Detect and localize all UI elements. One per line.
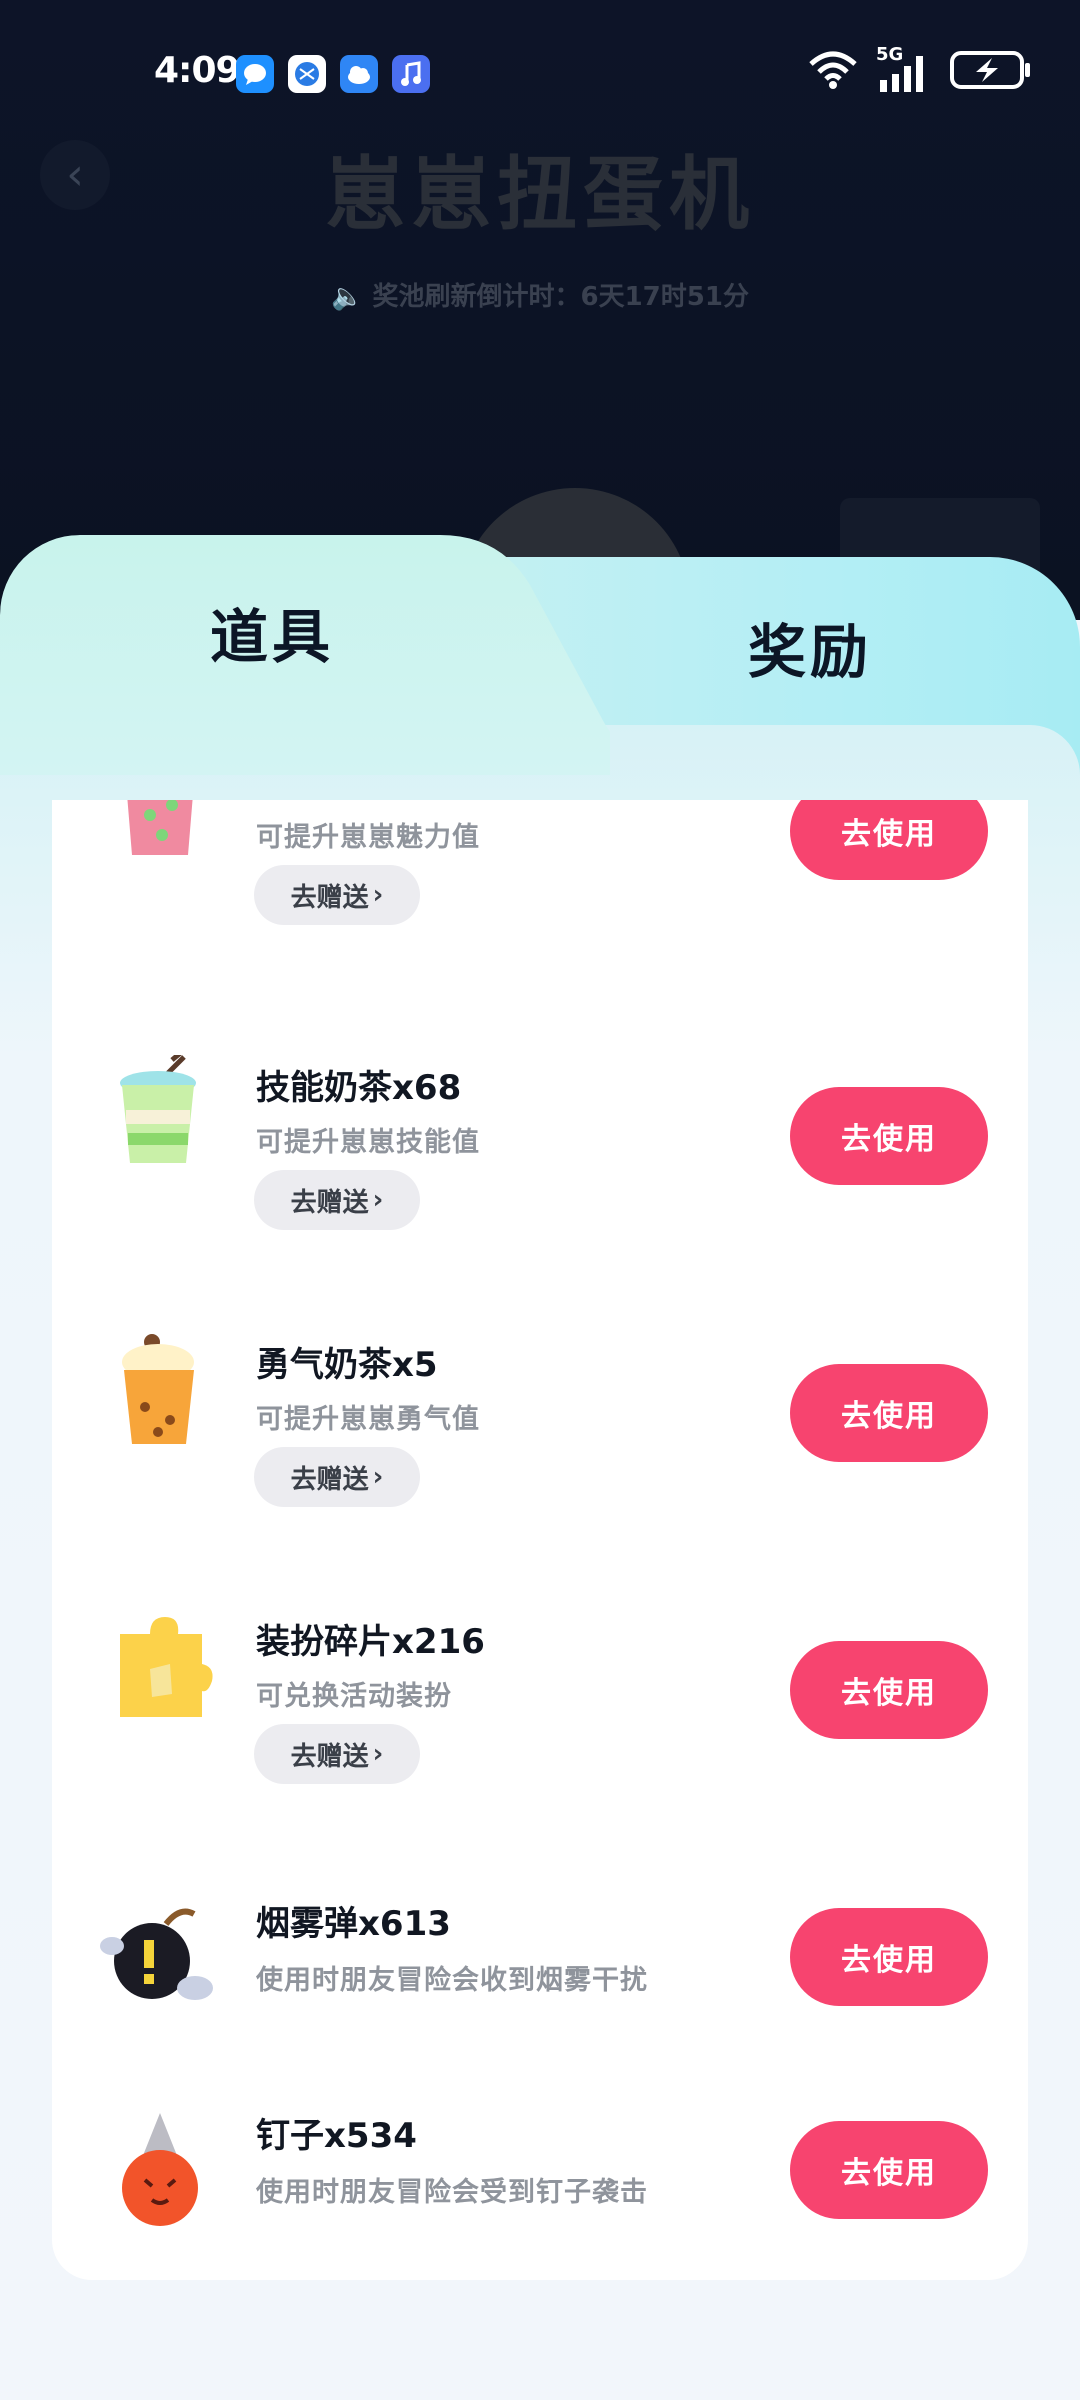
props-list[interactable]: 可提升崽崽魅力值 去赠送 › 去使用 技能奶茶x68 可提升崽崽技能值 去赠送 … (52, 800, 1028, 2280)
puzzle-piece-icon (100, 1609, 220, 1729)
status-bar: 4:09 5G (0, 0, 1080, 140)
list-item: 技能奶茶x68 可提升崽崽技能值 去赠送 › 去使用 (52, 1015, 1028, 1275)
use-button[interactable]: 去使用 (790, 800, 988, 880)
courage-milk-tea-icon (100, 1332, 220, 1452)
background-title: 崽崽扭蛋机 (325, 148, 755, 241)
battery-charging-icon (950, 51, 1030, 89)
chevron-right-icon: › (372, 1739, 384, 1769)
list-item: 装扮碎片x216 可兑换活动装扮 去赠送 › 去使用 (52, 1569, 1028, 1829)
status-time: 4:09 (154, 50, 241, 91)
music-notification-icon (392, 55, 430, 93)
message-notification-icon (236, 55, 274, 93)
gift-button[interactable]: 去赠送 › (254, 1724, 420, 1784)
props-sheet: 道具 奖励 可提升崽崽魅力值 去赠送 › 去使用 技能奶茶x68 可提升崽崽技能… (0, 535, 1080, 2400)
background-countdown: 🔈 奖池刷新倒计时：6天17时51分 (331, 282, 749, 312)
list-item: 勇气奶茶x5 可提升崽崽勇气值 去赠送 › 去使用 (52, 1292, 1028, 1552)
use-button[interactable]: 去使用 (790, 2121, 988, 2219)
chevron-right-icon: › (372, 880, 384, 910)
chevron-right-icon: › (372, 1185, 384, 1215)
skill-milk-tea-icon (100, 1043, 220, 1175)
smoke-bomb-icon (100, 1896, 220, 2016)
tab-props[interactable]: 道具 (210, 590, 334, 674)
list-item: 可提升崽崽魅力值 去赠送 › 去使用 (52, 800, 1028, 975)
nail-icon (100, 2108, 220, 2228)
use-button[interactable]: 去使用 (790, 1641, 988, 1739)
chevron-right-icon: › (372, 1462, 384, 1492)
use-button[interactable]: 去使用 (790, 1908, 988, 2006)
gift-button[interactable]: 去赠送 › (254, 865, 420, 925)
list-item: 钉子x534 使用时朋友冒险会受到钉子袭击 去使用 (52, 2063, 1028, 2280)
gift-button[interactable]: 去赠送 › (254, 1447, 420, 1507)
strawberry-tea-icon (100, 800, 220, 865)
use-button[interactable]: 去使用 (790, 1087, 988, 1185)
cloud-notification-icon (340, 55, 378, 93)
tab-rewards[interactable]: 奖励 (748, 605, 872, 689)
gift-button[interactable]: 去赠送 › (254, 1170, 420, 1230)
speaker-icon: 🔈 (331, 282, 364, 312)
browser-notification-icon (288, 55, 326, 93)
cellular-signal-icon: 5G (876, 44, 932, 92)
use-button[interactable]: 去使用 (790, 1364, 988, 1462)
list-item: 烟雾弹x613 使用时朋友冒险会收到烟雾干扰 去使用 (52, 1846, 1028, 2066)
wifi-icon (809, 51, 857, 89)
